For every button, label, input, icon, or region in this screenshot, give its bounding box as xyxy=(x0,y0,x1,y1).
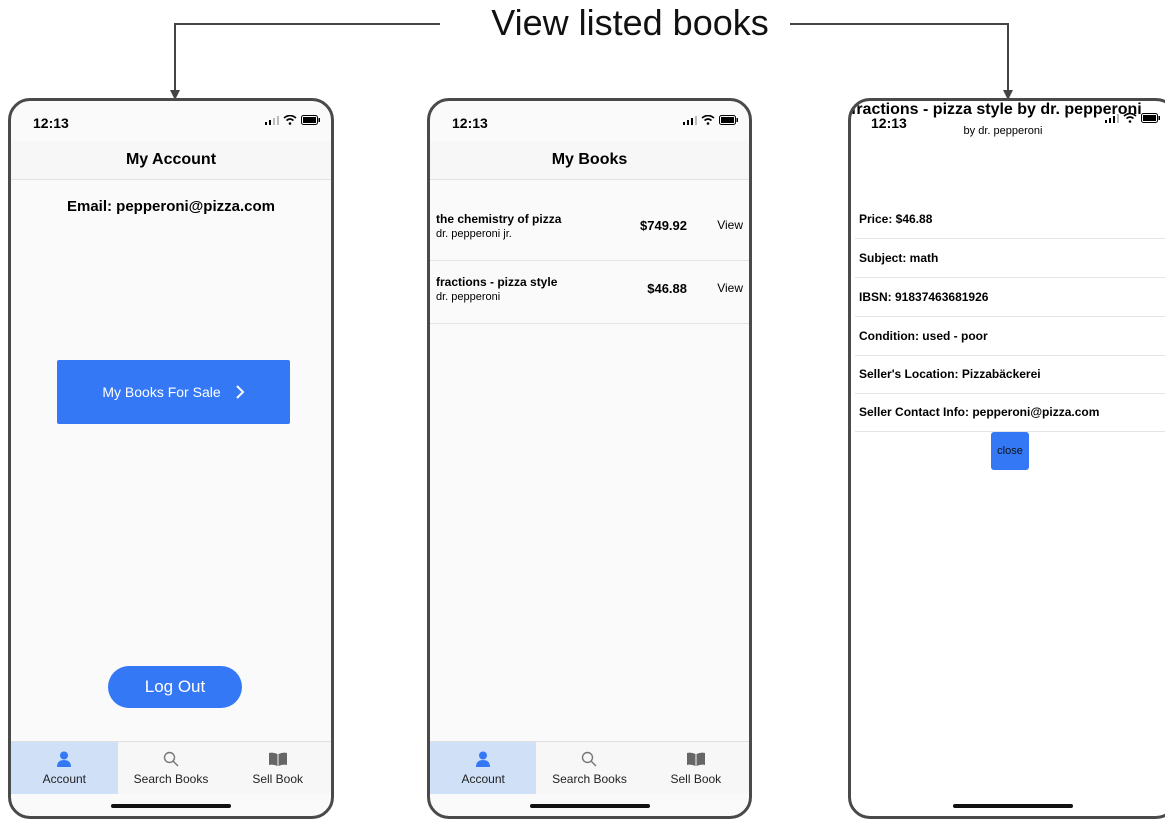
my-books-screen: 12:13 My Books the chemistry of pizza dr… xyxy=(427,98,752,819)
page-title: My Books xyxy=(551,151,628,168)
home-indicator xyxy=(111,804,231,808)
wifi-icon xyxy=(283,115,297,125)
tab-sell-book[interactable]: Sell Book xyxy=(643,742,749,794)
view-book-button[interactable]: View xyxy=(717,281,743,295)
person-icon xyxy=(57,751,72,767)
book-list-item[interactable]: fractions - pizza style dr. pepperoni $4… xyxy=(430,261,749,324)
tab-bar: Account Search Books Sell Book xyxy=(11,741,331,794)
tab-account[interactable]: Account xyxy=(430,742,537,794)
chevron-right-icon xyxy=(235,385,245,399)
book-author: dr. pepperoni jr. xyxy=(436,228,512,240)
nav-bar: My Account xyxy=(11,141,331,180)
book-list-item[interactable]: the chemistry of pizza dr. pepperoni jr.… xyxy=(430,198,749,261)
tab-search-label: Search Books xyxy=(552,772,627,786)
book-icon xyxy=(268,752,287,766)
search-icon xyxy=(582,751,597,767)
tab-sell-label: Sell Book xyxy=(670,772,722,786)
book-icon xyxy=(686,752,705,766)
home-indicator xyxy=(953,804,1073,808)
detail-price: Price: $46.88 xyxy=(855,200,1165,239)
detail-condition: Condition: used - poor xyxy=(855,317,1165,356)
status-time: 12:13 xyxy=(452,115,488,131)
battery-icon xyxy=(719,115,738,125)
book-detail-title: fractions - pizza style by dr. pepperoni xyxy=(851,101,1142,118)
battery-icon xyxy=(301,115,320,125)
tab-sell-label: Sell Book xyxy=(252,772,304,786)
my-books-button-label: My Books For Sale xyxy=(102,384,221,400)
log-out-label: Log Out xyxy=(144,677,206,696)
tab-sell-book[interactable]: Sell Book xyxy=(224,742,331,794)
book-author: dr. pepperoni xyxy=(436,291,501,303)
status-bar: 12:13 xyxy=(430,101,749,141)
person-icon xyxy=(476,751,491,767)
caption-title: View listed books xyxy=(491,2,769,43)
page-title: My Account xyxy=(125,151,217,168)
close-button-label: close xyxy=(997,445,1023,457)
detail-seller-contact: Seller Contact Info: pepperoni@pizza.com xyxy=(855,393,1165,432)
status-time: 12:13 xyxy=(33,115,69,131)
my-books-for-sale-button[interactable]: My Books For Sale xyxy=(57,360,290,424)
tab-account-label: Account xyxy=(461,772,505,786)
signal-icon xyxy=(683,115,697,125)
log-out-button[interactable]: Log Out xyxy=(108,666,242,708)
tab-search-books[interactable]: Search Books xyxy=(536,742,642,794)
book-details-screen: 12:13 fractions - pizza style by dr. pep… xyxy=(848,98,1165,819)
book-detail-author: by dr. pepperoni xyxy=(963,125,1043,137)
tab-account[interactable]: Account xyxy=(11,742,118,794)
detail-seller-location: Seller's Location: Pizzabäckerei xyxy=(855,355,1165,394)
book-price: $749.92 xyxy=(640,218,687,233)
signal-icon xyxy=(265,115,279,125)
tab-search-books[interactable]: Search Books xyxy=(118,742,225,794)
book-title: the chemistry of pizza xyxy=(436,212,562,226)
search-icon xyxy=(163,751,179,767)
tab-bar: Account Search Books Sell Book xyxy=(430,741,749,794)
detail-subject: Subject: math xyxy=(855,239,1165,278)
account-screen: 12:13 My Account Email: pepperoni@pizza.… xyxy=(8,98,334,819)
view-book-button[interactable]: View xyxy=(717,218,743,232)
book-price: $46.88 xyxy=(647,281,687,296)
status-bar: 12:13 xyxy=(11,101,331,141)
home-indicator xyxy=(529,804,650,808)
detail-isbn: IBSN: 91837463681926 xyxy=(855,278,1165,317)
account-email: Email: pepperoni@pizza.com xyxy=(67,198,275,215)
tab-account-label: Account xyxy=(42,772,87,786)
tab-search-label: Search Books xyxy=(133,772,209,786)
nav-bar: My Books xyxy=(430,141,749,180)
close-button[interactable]: close xyxy=(991,432,1029,470)
wifi-icon xyxy=(701,115,715,125)
book-title: fractions - pizza style xyxy=(436,275,558,289)
